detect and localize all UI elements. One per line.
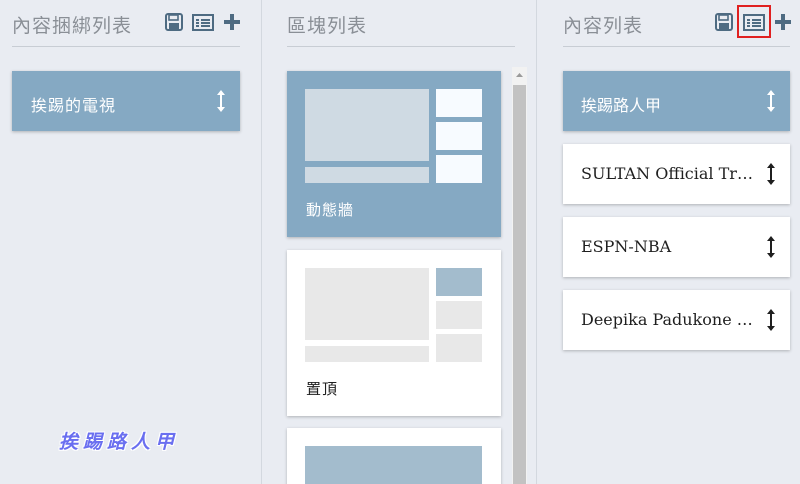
list-icon-highlight	[737, 5, 771, 38]
title-divider	[12, 46, 240, 47]
bundle-card[interactable]: 挨踢的電視	[12, 71, 240, 131]
block-thumb-side	[436, 334, 482, 362]
content-item-label: ESPN-NBA	[581, 237, 672, 256]
drag-handle-icon[interactable]	[766, 236, 776, 258]
block-thumb-bar	[305, 346, 429, 362]
block-card-label: 動態牆	[306, 201, 355, 219]
block-card-top[interactable]: 置頂	[287, 250, 501, 416]
bundle-list-panel: 內容捆綁列表 挨踢的電視	[0, 0, 262, 484]
block-thumb-main	[305, 268, 429, 340]
drag-handle-icon[interactable]	[216, 90, 226, 112]
scroll-up-arrow-icon[interactable]	[512, 67, 527, 84]
block-thumb-side	[436, 268, 482, 296]
block-thumb-side	[436, 89, 482, 117]
content-item-label: Deepika Padukone H...	[581, 310, 761, 329]
add-icon[interactable]	[774, 12, 792, 32]
bundle-card-label: 挨踢的電視	[31, 96, 117, 115]
drag-handle-icon[interactable]	[766, 90, 776, 112]
watermark-text: 挨踢路人甲	[59, 431, 180, 453]
drag-handle-icon[interactable]	[766, 163, 776, 185]
list-icon[interactable]	[192, 12, 214, 32]
block-thumb-bar	[305, 167, 429, 183]
title-divider	[287, 46, 515, 47]
content-item[interactable]: SULTAN Official Trail...	[563, 144, 790, 204]
block-thumb-side	[436, 122, 482, 150]
block-thumb-main	[305, 446, 482, 484]
add-icon[interactable]	[222, 12, 242, 32]
content-item[interactable]: Deepika Padukone H...	[563, 290, 790, 350]
block-thumb-main	[305, 89, 429, 161]
block-card-label: 置頂	[306, 380, 339, 398]
content-item-label: SULTAN Official Trail...	[581, 164, 761, 183]
block-thumb-side	[436, 301, 482, 329]
content-item-label: 挨踢路人甲	[581, 96, 662, 115]
block-card-third[interactable]	[287, 428, 501, 484]
content-item[interactable]: ESPN-NBA	[563, 217, 790, 277]
drag-handle-icon[interactable]	[766, 309, 776, 331]
scrollbar-thumb[interactable]	[513, 85, 526, 484]
bundle-list-title: 內容捆綁列表	[12, 15, 133, 37]
block-card-wall[interactable]: 動態牆	[287, 71, 501, 237]
content-list-title: 內容列表	[563, 15, 644, 37]
block-list-scrollbar[interactable]	[512, 67, 527, 484]
save-icon[interactable]	[714, 12, 734, 32]
content-item[interactable]: 挨踢路人甲	[563, 71, 790, 131]
save-icon[interactable]	[164, 12, 184, 32]
block-thumb-side	[436, 155, 482, 183]
title-divider	[563, 46, 790, 47]
block-list-title: 區塊列表	[287, 15, 368, 37]
